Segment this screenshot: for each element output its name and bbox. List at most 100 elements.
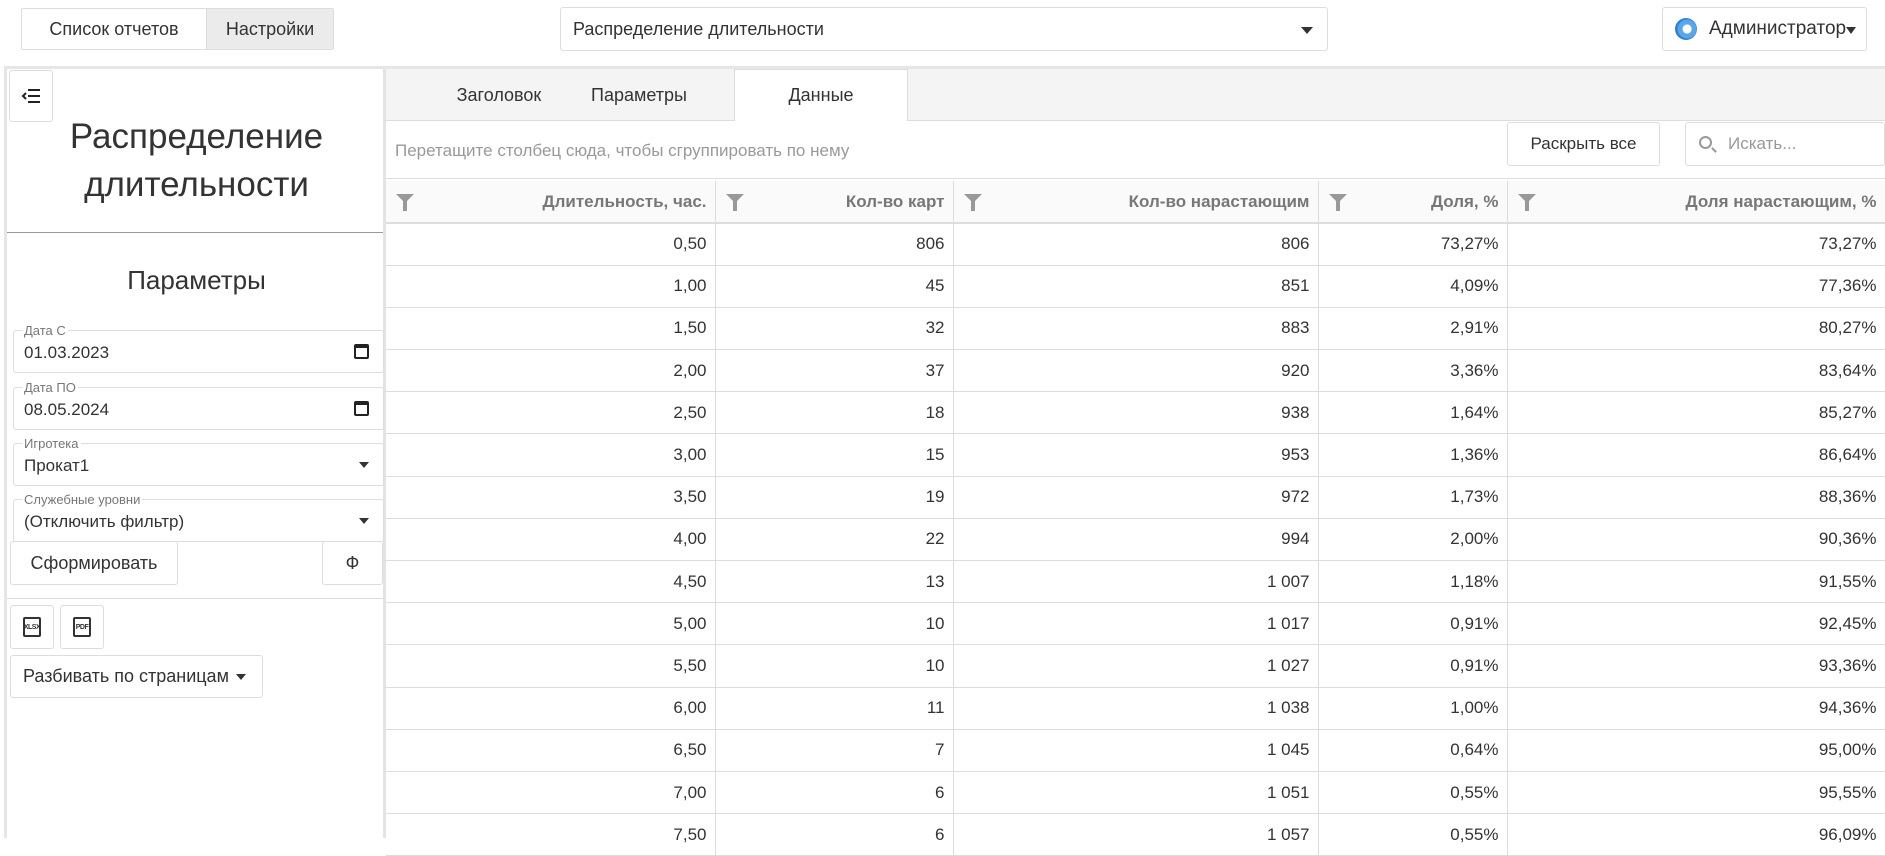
report-select-value: Распределение длительности	[573, 18, 824, 39]
table-cell: 73,27%	[1507, 223, 1885, 266]
table-row[interactable]: 2,00 37 920 3,36% 83,64%	[386, 349, 1885, 393]
group-panel-hint[interactable]: Перетащите столбец сюда, чтобы сгруппиро…	[395, 141, 849, 161]
game-room-value: Прокат1	[24, 456, 90, 475]
table-row[interactable]: 3,50 19 972 1,73% 88,36%	[386, 476, 1885, 519]
report-list-button[interactable]: Список отчетов	[22, 9, 207, 49]
table-cell: 806	[953, 223, 1319, 266]
service-levels-select[interactable]: Служебные уровни (Отключить фильтр)	[13, 492, 384, 542]
table-cell: 5,00	[386, 602, 716, 646]
table-row[interactable]: 1,00 45 851 4,09% 77,36%	[386, 265, 1885, 308]
table-cell: 972	[953, 476, 1319, 519]
table-cell: 5,50	[386, 644, 716, 688]
table-cell: 4,09%	[1318, 265, 1508, 308]
filter-icon[interactable]	[725, 194, 744, 211]
table-row[interactable]: 5,50 10 1 027 0,91% 93,36%	[386, 644, 1885, 688]
search-box[interactable]	[1685, 122, 1885, 166]
paging-dropdown[interactable]: Разбивать по страницам	[10, 655, 263, 698]
expand-all-button[interactable]: Раскрыть все	[1507, 122, 1660, 166]
export-xlsx-button[interactable]: XLSX	[10, 605, 54, 649]
table-cell: 92,45%	[1507, 602, 1885, 646]
export-pdf-button[interactable]: PDF	[60, 605, 104, 649]
service-levels-value: (Отключить фильтр)	[24, 512, 185, 531]
table-cell: 6,50	[386, 729, 716, 772]
top-nav-group: Список отчетов Настройки	[21, 8, 334, 50]
table-cell: 86,64%	[1507, 433, 1885, 477]
table-cell: 4,50	[386, 560, 716, 604]
table-cell: 1 045	[953, 729, 1319, 772]
table-row[interactable]: 6,50 7 1 045 0,64% 95,00%	[386, 729, 1885, 772]
extra-button[interactable]: Ф	[322, 541, 383, 585]
data-grid: Длительность, час. Кол-во карт Кол-во на…	[386, 181, 1885, 856]
table-cell: 80,27%	[1507, 307, 1885, 351]
header-row: Длительность, час. Кол-во карт Кол-во на…	[386, 181, 1885, 224]
tab-parameters[interactable]: Параметры	[564, 69, 714, 121]
table-cell: 1,18%	[1318, 560, 1508, 604]
column-header-share[interactable]: Доля, %	[1318, 181, 1508, 224]
table-row[interactable]: 5,00 10 1 017 0,91% 92,45%	[386, 602, 1885, 646]
game-room-select[interactable]: Игротека Прокат1	[13, 436, 384, 486]
date-to-label: Дата ПО	[22, 380, 78, 395]
report-title: Распределение длительности	[69, 117, 324, 204]
column-header-cumulative-share[interactable]: Доля нарастающим, %	[1507, 181, 1885, 224]
table-cell: 1,36%	[1318, 433, 1508, 477]
table-cell: 3,36%	[1318, 349, 1508, 393]
table-cell: 77,36%	[1507, 265, 1885, 308]
table-row[interactable]: 3,00 15 953 1,36% 86,64%	[386, 433, 1885, 477]
table-cell: 1 057	[953, 813, 1319, 856]
table-cell: 2,50	[386, 391, 716, 435]
calendar-icon[interactable]	[354, 344, 369, 359]
divider	[7, 598, 383, 599]
date-from-label: Дата С	[22, 323, 68, 338]
table-row[interactable]: 7,00 6 1 051 0,55% 95,55%	[386, 771, 1885, 815]
table-cell: 96,09%	[1507, 813, 1885, 856]
table-row[interactable]: 0,50 806 806 73,27% 73,27%	[386, 223, 1885, 266]
table-row[interactable]: 4,50 13 1 007 1,18% 91,55%	[386, 560, 1885, 604]
column-header-duration[interactable]: Длительность, час.	[386, 181, 716, 224]
search-input[interactable]	[1728, 134, 1878, 154]
build-report-button[interactable]: Сформировать	[10, 541, 178, 585]
filter-icon[interactable]	[1517, 194, 1536, 211]
table-cell: 45	[715, 265, 954, 308]
report-select[interactable]: Распределение длительности	[560, 7, 1328, 51]
table-cell: 2,91%	[1318, 307, 1508, 351]
table-row[interactable]: 1,50 32 883 2,91% 80,27%	[386, 307, 1885, 351]
table-row[interactable]: 2,50 18 938 1,64% 85,27%	[386, 391, 1885, 435]
table-cell: 0,50	[386, 223, 716, 266]
service-levels-label: Служебные уровни	[22, 492, 143, 507]
user-menu-button[interactable]: Администратор	[1662, 7, 1867, 51]
table-cell: 93,36%	[1507, 644, 1885, 688]
chevron-down-icon	[1301, 27, 1313, 34]
user-label: Администратор	[1709, 18, 1847, 39]
filter-icon[interactable]	[963, 194, 982, 211]
table-cell: 0,64%	[1318, 729, 1508, 772]
table-cell: 1,00%	[1318, 687, 1508, 730]
paging-label: Разбивать по страницам	[23, 666, 229, 686]
filter-icon[interactable]	[1328, 194, 1347, 211]
table-cell: 10	[715, 602, 954, 646]
date-from-field[interactable]: Дата С 01.03.2023	[13, 323, 384, 373]
table-row[interactable]: 6,00 11 1 038 1,00% 94,36%	[386, 687, 1885, 730]
pdf-file-icon: PDF	[73, 617, 91, 637]
table-cell: 0,55%	[1318, 771, 1508, 815]
table-cell: 13	[715, 560, 954, 604]
table-cell: 95,55%	[1507, 771, 1885, 815]
table-cell: 15	[715, 433, 954, 477]
calendar-icon[interactable]	[354, 401, 369, 416]
table-cell: 1 017	[953, 602, 1319, 646]
table-cell: 73,27%	[1318, 223, 1508, 266]
tab-header[interactable]: Заголовок	[434, 69, 564, 121]
table-row[interactable]: 4,00 22 994 2,00% 90,36%	[386, 518, 1885, 562]
filter-icon[interactable]	[396, 194, 414, 211]
tab-data[interactable]: Данные	[734, 69, 908, 122]
date-to-field[interactable]: Дата ПО 08.05.2024	[13, 380, 384, 430]
settings-button[interactable]: Настройки	[207, 9, 333, 49]
column-header-cumulative-count[interactable]: Кол-во нарастающим	[953, 181, 1319, 224]
table-cell: 851	[953, 265, 1319, 308]
top-bar: Список отчетов Настройки Распределение д…	[0, 0, 1885, 66]
table-cell: 88,36%	[1507, 476, 1885, 519]
table-cell: 4,00	[386, 518, 716, 562]
column-header-card-count[interactable]: Кол-во карт	[715, 181, 954, 224]
table-row[interactable]: 7,50 6 1 057 0,55% 96,09%	[386, 813, 1885, 856]
table-cell: 0,91%	[1318, 602, 1508, 646]
table-cell: 0,91%	[1318, 644, 1508, 688]
